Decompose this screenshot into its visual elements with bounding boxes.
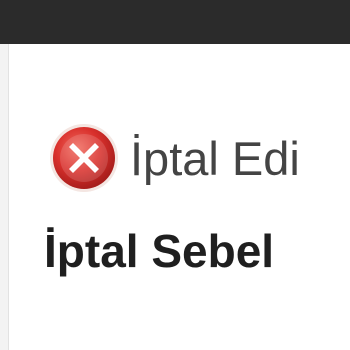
cancel-status-row: İptal Edi <box>48 120 300 196</box>
cancel-x-icon <box>50 124 118 192</box>
status-text: İptal Edi <box>130 131 300 185</box>
reason-heading: İptal Sebel <box>44 225 275 277</box>
window-top-bar <box>0 0 350 44</box>
content-panel <box>0 44 350 350</box>
panel-left-border <box>0 44 9 350</box>
